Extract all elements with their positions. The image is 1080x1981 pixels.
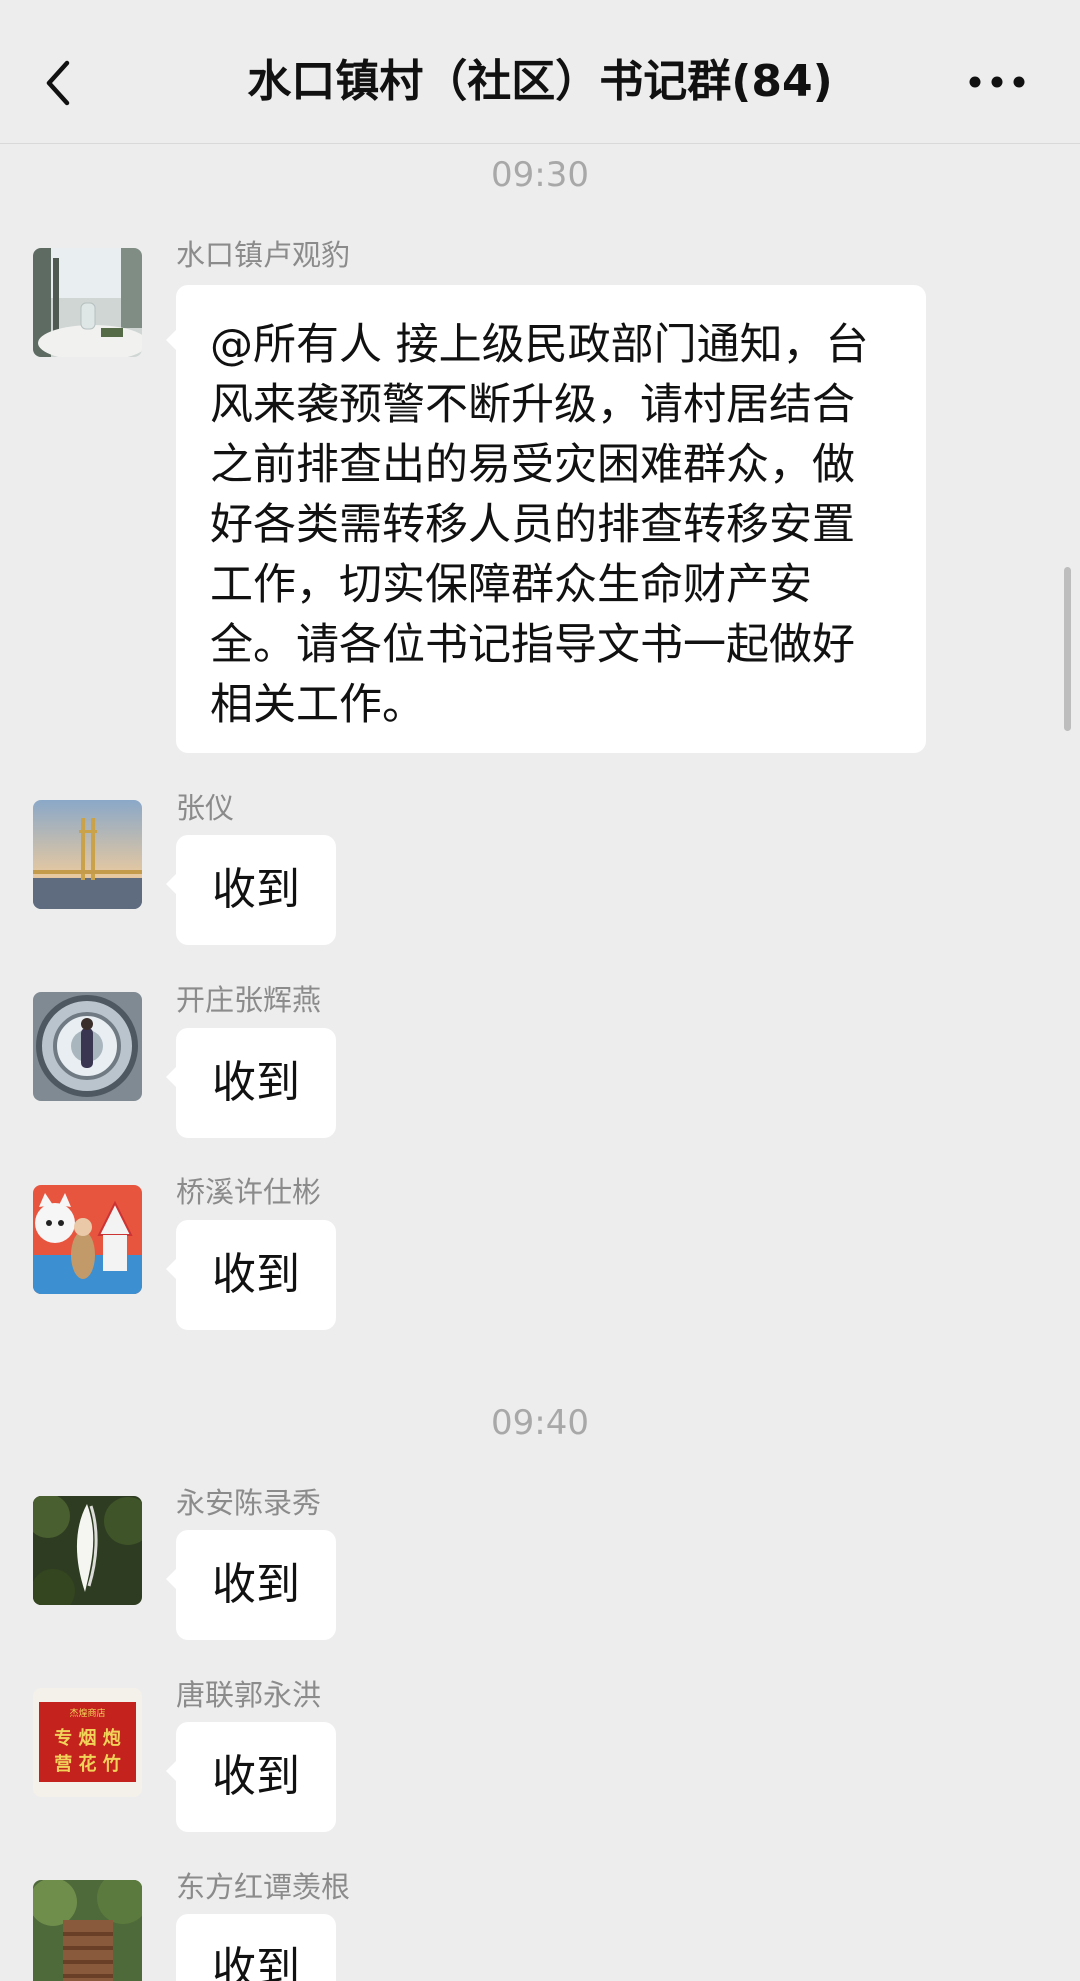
more-button[interactable] — [954, 52, 1040, 112]
message-bubble[interactable]: 收到 — [166, 1722, 336, 1832]
chevron-left-icon — [46, 60, 70, 106]
message-text: 收到 — [212, 864, 300, 915]
chat-title: 水口镇村（社区）书记群(84) — [247, 56, 833, 107]
avatar[interactable] — [33, 1496, 142, 1605]
avatar[interactable] — [33, 1880, 142, 1981]
sender-name: 唐联郭永洪 — [176, 1678, 322, 1712]
message-text: @所有人 接上级民政部门通知，台风来袭预警不断升级，请村居结合之前排查出的易受灾… — [210, 320, 869, 730]
message-text: 收到 — [212, 1751, 300, 1802]
sender-name: 水口镇卢观豹 — [176, 238, 351, 272]
message-bubble[interactable]: 收到 — [166, 835, 336, 945]
avatar[interactable] — [33, 1185, 142, 1294]
sender-name: 张仪 — [176, 791, 235, 825]
sender-name: 开庄张辉燕 — [176, 983, 322, 1017]
ellipsis-icon — [969, 76, 1025, 88]
avatar[interactable] — [33, 248, 142, 357]
scrollbar-thumb[interactable] — [1064, 567, 1071, 731]
avatar-sign-shop: 杰煌商店 — [69, 1707, 105, 1719]
message-text: 收到 — [212, 1057, 300, 1108]
message-text: 收到 — [212, 1249, 300, 1300]
message-bubble[interactable]: @所有人 接上级民政部门通知，台风来袭预警不断升级，请村居结合之前排查出的易受灾… — [166, 285, 926, 753]
timestamp: 09:30 — [491, 155, 589, 195]
timestamp: 09:40 — [491, 1403, 589, 1443]
message-bubble[interactable]: 收到 — [166, 1028, 336, 1138]
message-text: 收到 — [212, 1943, 300, 1981]
avatar[interactable]: 杰煌商店 专 烟 炮 营 花 竹 — [33, 1688, 142, 1797]
back-button[interactable] — [30, 48, 86, 118]
avatar[interactable] — [33, 992, 142, 1101]
sender-name: 东方红谭羡根 — [176, 1870, 351, 1904]
chat-header: 水口镇村（社区）书记群(84) — [0, 0, 1080, 144]
sender-name: 桥溪许仕彬 — [176, 1175, 322, 1209]
avatar-sign-row2: 营 花 竹 — [54, 1753, 121, 1775]
message-text: 收到 — [212, 1559, 300, 1610]
avatar[interactable] — [33, 800, 142, 909]
message-bubble[interactable]: 收到 — [166, 1530, 336, 1640]
message-bubble[interactable]: 收到 — [176, 1914, 336, 1981]
sender-name: 永安陈录秀 — [176, 1486, 322, 1520]
avatar-sign-row1: 专 烟 炮 — [54, 1727, 121, 1749]
message-bubble[interactable]: 收到 — [166, 1220, 336, 1330]
